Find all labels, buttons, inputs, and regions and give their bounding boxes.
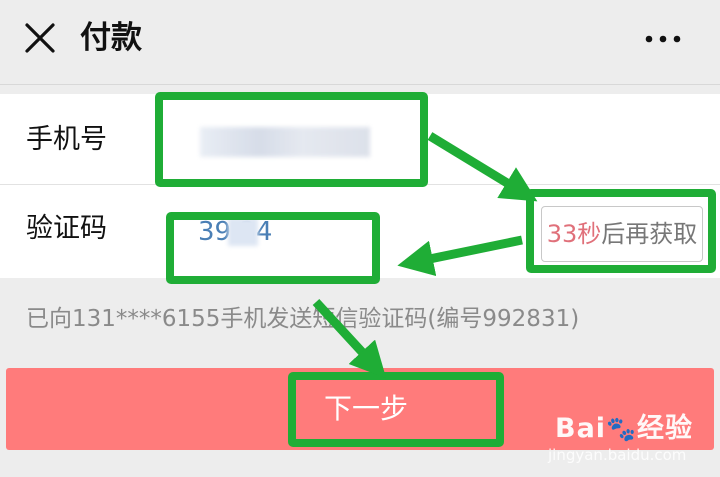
arrow-to-resend (427, 132, 538, 202)
annotation-arrows (312, 132, 538, 379)
arrow-to-next (312, 298, 387, 379)
arrow-to-code (397, 235, 523, 277)
